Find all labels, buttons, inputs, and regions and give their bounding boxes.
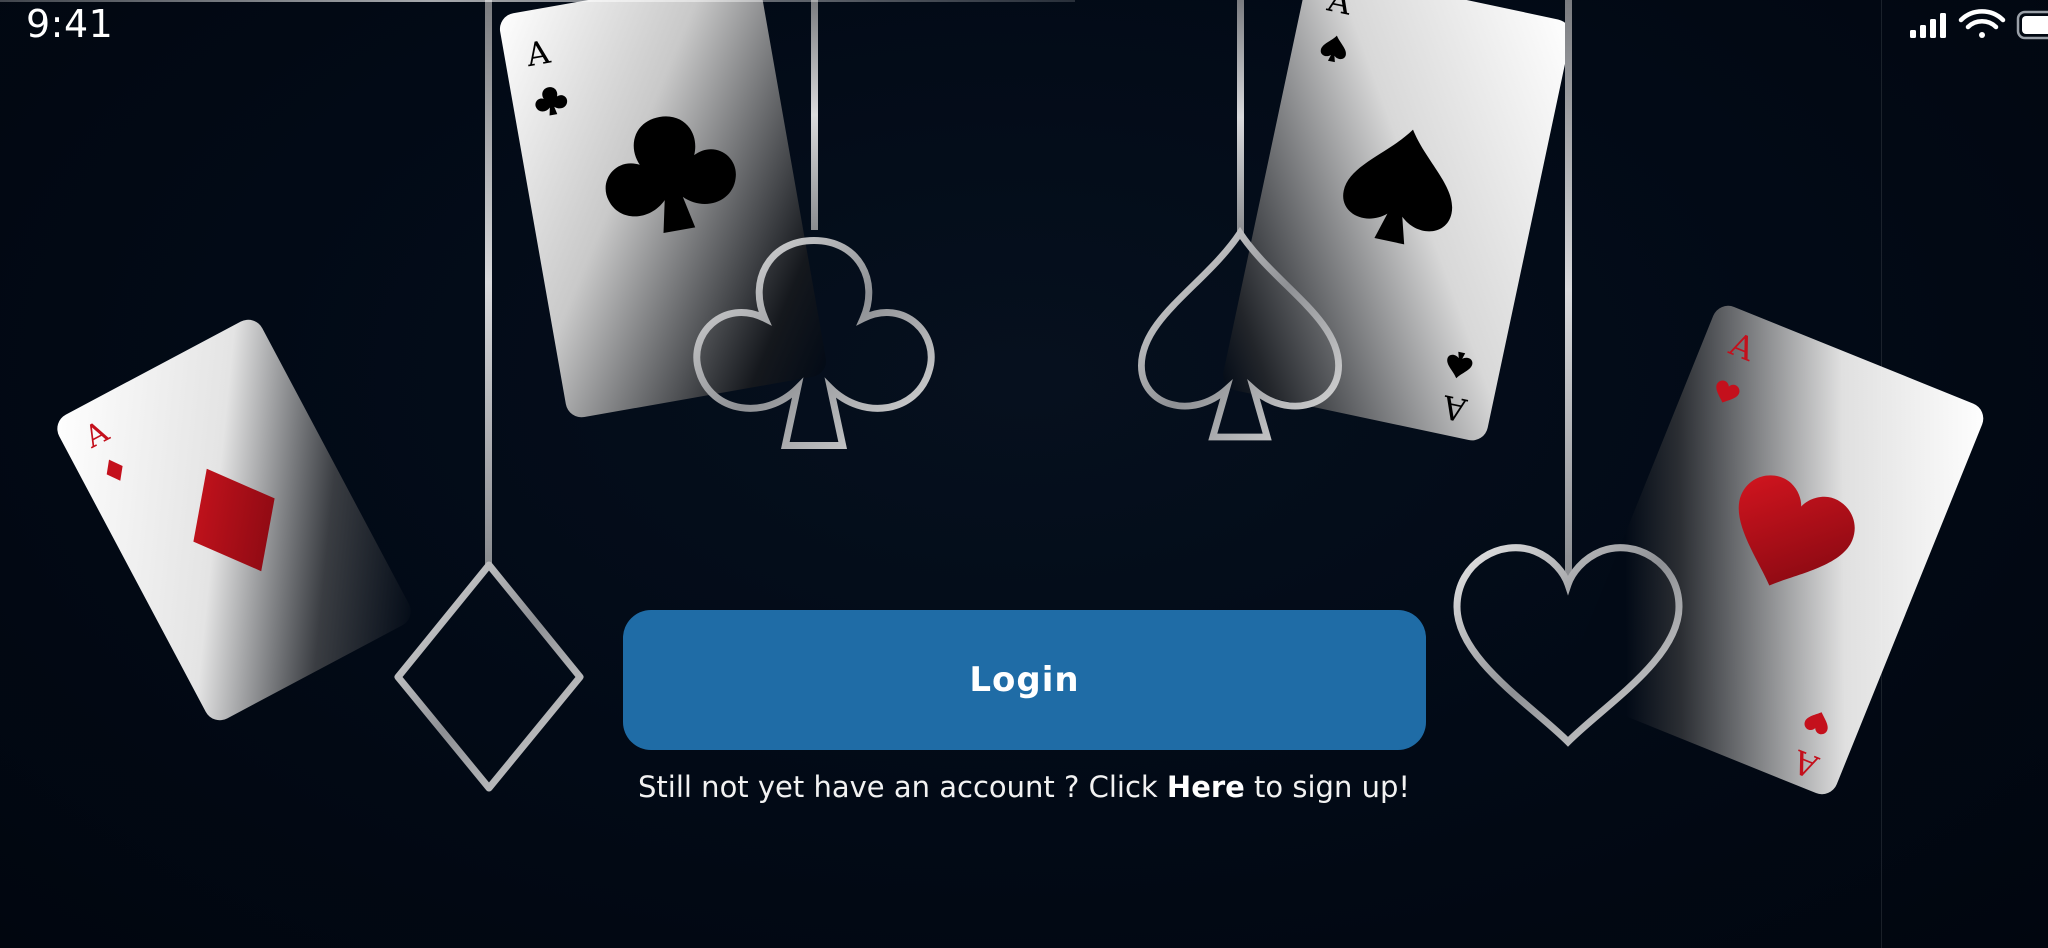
login-screen: A A A A A A 9:41 Login Still not yet hav… (0, 0, 2048, 948)
cellular-signal-icon (1910, 13, 1946, 38)
card-ace-of-clubs: A (499, 0, 827, 418)
card-ace-of-diamonds: A (57, 319, 411, 721)
battery-icon (2016, 10, 2048, 40)
hanging-diamond-outline (394, 561, 584, 792)
hero-artwork: A A A A A A (57, 0, 1984, 795)
signup-prompt: Still not yet have an account ? Click He… (500, 770, 1548, 804)
side-divider-line (1881, 0, 1882, 948)
status-time: 9:41 (26, 2, 114, 46)
login-button[interactable]: Login (623, 610, 1426, 750)
top-highlight-line (0, 0, 1075, 2)
signup-prompt-suffix: to sign up! (1244, 770, 1410, 804)
card-ace-of-spades: A A (1223, 0, 1571, 441)
signup-prompt-prefix: Still not yet have an account ? Click (638, 770, 1167, 804)
signup-here-link[interactable]: Here (1167, 770, 1245, 804)
status-icons (1848, 8, 2048, 48)
wifi-icon (1958, 9, 2006, 38)
